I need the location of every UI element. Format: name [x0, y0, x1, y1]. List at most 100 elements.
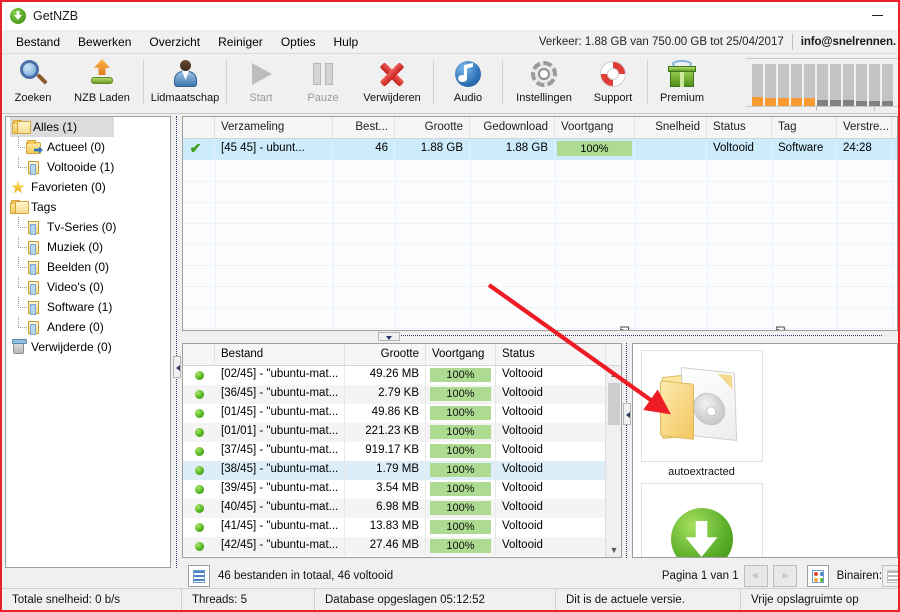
menu-item-bewerken[interactable]: Bewerken	[69, 32, 140, 52]
toolbar-button-support[interactable]: Support	[582, 54, 644, 112]
tree-item-tvseries[interactable]: Tv-Series (0)	[6, 217, 170, 237]
files-row[interactable]: [39/45] - "ubuntu-mat... 3.54 MB 100% Volto…	[183, 480, 621, 499]
tree-item-favorieten[interactable]: Favorieten (0)	[6, 177, 170, 197]
collections-col-header[interactable]: Grootte	[395, 117, 470, 139]
list-view-icon[interactable]	[188, 565, 210, 587]
tree-splitter[interactable]	[173, 116, 181, 568]
collections-col-header[interactable]: Gedownload	[470, 117, 555, 139]
files-cell: Voltooid	[496, 385, 606, 404]
scroll-up-icon[interactable]: ▲	[606, 366, 621, 382]
right-view-icon[interactable]	[882, 565, 898, 587]
collections-list[interactable]: Verzameling Best... Grootte Gedownload Voort…	[182, 116, 898, 331]
horizontal-splitter-grip[interactable]	[378, 332, 400, 341]
tree-item-tags[interactable]: Tags	[6, 197, 170, 217]
gear-icon	[528, 58, 560, 90]
toolbar-button-verwijderen[interactable]: Verwijderen	[354, 54, 430, 112]
vertical-splitter-grip[interactable]	[623, 403, 631, 425]
green-dot-icon	[194, 371, 204, 380]
scroll-down-icon[interactable]: ▼	[606, 542, 621, 557]
files-cell: 100%	[426, 404, 496, 423]
next-page-button[interactable]: »	[772, 565, 797, 587]
collections-row[interactable]: ✔ [45 45] - ubunt... 46 1.88 GB 1.88 GB 100% V…	[183, 139, 897, 160]
preview-panel[interactable]: autoextracted ubuntu-mate-16.04.2-desktop…	[632, 343, 898, 558]
files-cell: Voltooid	[496, 423, 606, 442]
vertical-splitter[interactable]	[623, 343, 631, 558]
collections-col-header[interactable]: Voortgang	[555, 117, 635, 139]
files-row[interactable]: [38/45] - "ubuntu-mat... 1.79 MB 100% Volto…	[183, 461, 621, 480]
files-col-header[interactable]: Voortgang	[426, 344, 496, 366]
tree-item-beelden[interactable]: Beelden (0)	[6, 257, 170, 277]
files-list[interactable]: Bestand Grootte Voortgang Status [02/45] - …	[182, 343, 622, 558]
files-row[interactable]: [02/45] - "ubuntu-mat... 49.26 MB 100% Volt…	[183, 366, 621, 385]
menu-item-opties[interactable]: Opties	[272, 32, 325, 52]
folder-doc-icon	[26, 260, 43, 275]
traffic-graph-tick	[816, 107, 817, 111]
status-threads: Threads: 5	[182, 588, 315, 610]
collections-col-header[interactable]	[183, 117, 215, 139]
scrollbar-thumb[interactable]	[608, 383, 620, 425]
tree-item-alles[interactable]: Alles (1)	[10, 117, 114, 137]
files-row[interactable]: [01/01] - "ubuntu-mat... 221.23 KB 100% Vol…	[183, 423, 621, 442]
tree-item-andere[interactable]: Andere (0)	[6, 317, 170, 337]
files-col-header[interactable]: Status	[496, 344, 606, 366]
horizontal-splitter[interactable]	[182, 332, 898, 341]
minimize-button[interactable]	[856, 2, 898, 30]
grid-view-icon[interactable]	[806, 565, 829, 587]
status-total-speed: Totale snelheid: 0 b/s	[2, 588, 182, 610]
menu-item-reiniger[interactable]: Reiniger	[209, 32, 272, 52]
tree-item-muziek[interactable]: Muziek (0)	[6, 237, 170, 257]
files-col-header[interactable]: Bestand	[215, 344, 345, 366]
preview-item[interactable]: autoextracted	[637, 348, 766, 481]
collections-col-header[interactable]: Verblijv	[892, 117, 897, 139]
collections-col-header[interactable]: Best...	[333, 117, 395, 139]
collections-cell: Software	[772, 139, 837, 160]
tree-item-videos[interactable]: Video's (0)	[6, 277, 170, 297]
tree-splitter-grip[interactable]	[173, 356, 181, 378]
traffic-bar	[830, 64, 841, 106]
toolbar-button-zoeken[interactable]: Zoeken	[2, 54, 64, 112]
grid-line	[215, 160, 216, 330]
tree-item-actueel[interactable]: Actueel (0)	[6, 137, 170, 157]
toolbar-button-pauze[interactable]: Pauze	[292, 54, 354, 112]
menu-item-overzicht[interactable]: Overzicht	[140, 32, 209, 52]
toolbar-button-audio[interactable]: Audio	[437, 54, 499, 112]
files-row[interactable]: [40/45] - "ubuntu-mat... 6.98 MB 100% Volto…	[183, 499, 621, 518]
file-status-dot-cell	[183, 385, 215, 404]
files-vertical-scrollbar[interactable]: ▲ ▼	[605, 366, 621, 557]
files-col-header[interactable]	[183, 344, 215, 366]
files-row[interactable]: [37/45] - "ubuntu-mat... 919.17 KB 100% Vol…	[183, 442, 621, 461]
menu-item-hulp[interactable]: Hulp	[325, 32, 368, 52]
collections-col-header[interactable]: Snelheid	[635, 117, 707, 139]
tree-item-verwijderde[interactable]: Verwijderde (0)	[6, 337, 170, 357]
prev-page-button[interactable]: «	[743, 565, 768, 587]
account-email-link[interactable]: info@snelrennen.	[793, 36, 896, 48]
collections-col-header[interactable]: Status	[707, 117, 772, 139]
magnifier-icon	[17, 58, 49, 90]
files-row[interactable]: [41/45] - "ubuntu-mat... 13.83 MB 100% Volt…	[183, 518, 621, 537]
files-cell: 2.79 KB	[345, 385, 426, 404]
file-progress-bar: 100%	[430, 444, 491, 458]
preview-item[interactable]: ubuntu-mate-16.04.2-desktop-amd64.iso.nz…	[637, 481, 766, 557]
traffic-bar-fill	[765, 98, 776, 106]
collections-col-header[interactable]: Verstre...	[837, 117, 892, 139]
toolbar-button-instellingen[interactable]: Instellingen	[506, 54, 582, 112]
collections-col-header[interactable]: Tag	[772, 117, 837, 139]
menu-item-bestand[interactable]: Bestand	[7, 32, 69, 52]
files-row[interactable]: [01/45] - "ubuntu-mat... 49.86 KB 100% Volt…	[183, 404, 621, 423]
collections-col-header[interactable]: Verzameling	[215, 117, 333, 139]
tree-item-software[interactable]: Software (1)	[6, 297, 170, 317]
tree-item-voltooide[interactable]: Voltooide (1)	[6, 157, 170, 177]
files-col-header[interactable]: Grootte	[345, 344, 426, 366]
toolbar-button-lidmaatschap[interactable]: Lidmaatschap	[147, 54, 223, 112]
toolbar-button-nzb-laden[interactable]: NZB Laden	[64, 54, 140, 112]
window-title: GetNZB	[33, 8, 79, 23]
files-cell: [36/45] - "ubuntu-mat...	[215, 385, 345, 404]
files-row[interactable]: [36/45] - "ubuntu-mat... 2.79 KB 100% Volto…	[183, 385, 621, 404]
files-cell: 100%	[426, 385, 496, 404]
toolbar-label-audio: Audio	[453, 92, 483, 104]
toolbar-button-start[interactable]: Start	[230, 54, 292, 112]
tree-item-label: Tv-Series (0)	[47, 220, 117, 234]
category-tree[interactable]: Alles (1) Actueel (0) Voltooide (1) Favorie…	[5, 116, 171, 568]
files-row[interactable]: [42/45] - "ubuntu-mat... 27.46 MB 100% Volt…	[183, 537, 621, 556]
toolbar-button-premium[interactable]: Premium	[651, 54, 713, 112]
